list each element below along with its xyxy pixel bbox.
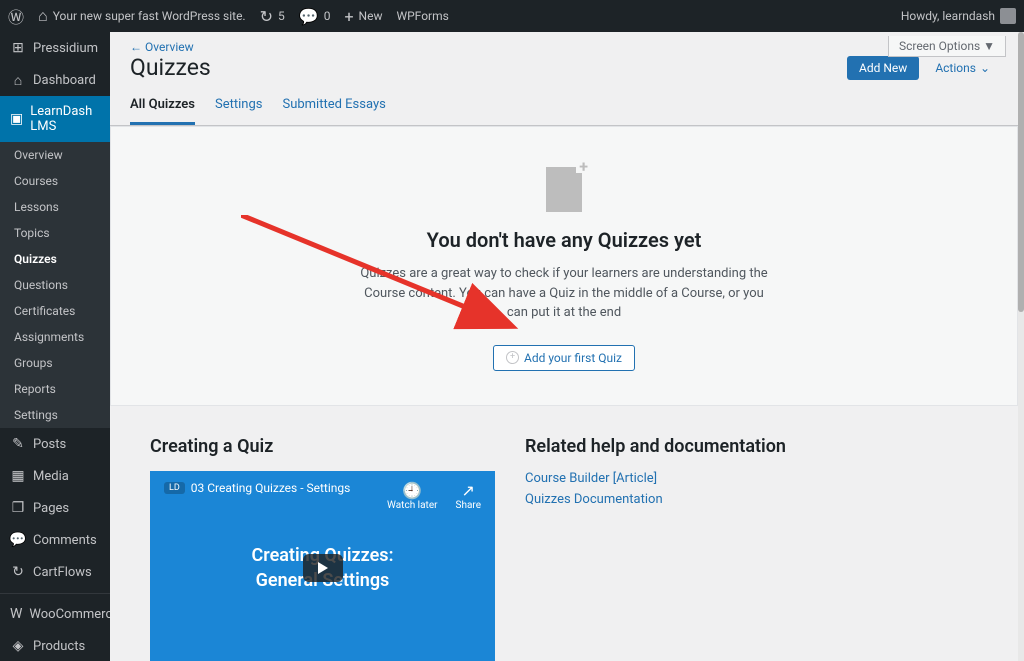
admin-sidebar: ⊞Pressidium⌂Dashboard▣LearnDash LMS Over… <box>0 32 110 661</box>
help-link-quizzes-doc[interactable]: Quizzes Documentation <box>525 492 978 507</box>
screen-options-tab[interactable]: Screen Options ▼ <box>888 36 1006 57</box>
menu-item-comments[interactable]: 💬Comments <box>0 524 110 556</box>
menu-icon: ↻ <box>10 564 26 580</box>
tab-submitted-essays[interactable]: Submitted Essays <box>282 89 385 125</box>
watch-later-button[interactable]: 🕘Watch later <box>387 481 437 511</box>
page-title: Quizzes <box>130 54 211 81</box>
creating-quiz-heading: Creating a Quiz <box>150 436 495 457</box>
plus-circle-icon: + <box>506 351 519 364</box>
menu-item-cartflows[interactable]: ↻CartFlows <box>0 556 110 588</box>
menu-item-pages[interactable]: ❐Pages <box>0 492 110 524</box>
scrollbar-thumb[interactable] <box>1018 32 1024 312</box>
submenu-item-groups[interactable]: Groups <box>0 350 110 376</box>
submenu-item-questions[interactable]: Questions <box>0 272 110 298</box>
menu-icon: ▣ <box>10 111 23 127</box>
submenu-item-settings[interactable]: Settings <box>0 402 110 428</box>
menu-icon: ⌂ <box>10 72 26 88</box>
tab-all-quizzes[interactable]: All Quizzes <box>130 89 195 125</box>
comments-link[interactable]: 💬0 <box>299 7 331 26</box>
chevron-down-icon: ⌄ <box>980 61 990 75</box>
site-home-link[interactable]: ⌂Your new super fast WordPress site. <box>38 6 246 26</box>
play-icon <box>318 562 328 574</box>
avatar <box>1000 8 1016 24</box>
submenu-item-courses[interactable]: Courses <box>0 168 110 194</box>
wp-logo[interactable]: Ⓦ <box>8 4 24 28</box>
menu-item-products[interactable]: ◈Products <box>0 630 110 661</box>
menu-item-media[interactable]: ▦Media <box>0 460 110 492</box>
admin-bar: Ⓦ ⌂Your new super fast WordPress site. ↻… <box>0 0 1024 32</box>
menu-icon: W <box>10 606 22 622</box>
scrollbar[interactable] <box>1018 32 1024 661</box>
menu-item-learndash-lms[interactable]: ▣LearnDash LMS <box>0 96 110 142</box>
menu-item-dashboard[interactable]: ⌂Dashboard <box>0 64 110 96</box>
menu-icon: ✎ <box>10 436 26 452</box>
submenu-item-topics[interactable]: Topics <box>0 220 110 246</box>
submenu-item-quizzes[interactable]: Quizzes <box>0 246 110 272</box>
menu-item-posts[interactable]: ✎Posts <box>0 428 110 460</box>
new-content-link[interactable]: +New <box>344 7 382 26</box>
help-heading: Related help and documentation <box>525 436 978 457</box>
adminbar-left: Ⓦ ⌂Your new super fast WordPress site. ↻… <box>8 4 449 28</box>
menu-icon: ❐ <box>10 500 26 516</box>
submenu-item-reports[interactable]: Reports <box>0 376 110 402</box>
learndash-logo-icon: LD <box>164 482 185 494</box>
submenu-item-lessons[interactable]: Lessons <box>0 194 110 220</box>
submenu-item-certificates[interactable]: Certificates <box>0 298 110 324</box>
add-first-quiz-button[interactable]: +Add your first Quiz <box>493 345 635 371</box>
menu-icon: ◈ <box>10 638 26 654</box>
submenu-item-overview[interactable]: Overview <box>0 142 110 168</box>
wpforms-link[interactable]: WPForms <box>396 9 448 23</box>
back-overview-link[interactable]: ← Overview <box>130 40 194 54</box>
share-icon: ↗ <box>456 481 481 500</box>
empty-state-panel: You don't have any Quizzes yet Quizzes a… <box>110 126 1018 406</box>
submenu-item-assignments[interactable]: Assignments <box>0 324 110 350</box>
menu-item-pressidium[interactable]: ⊞Pressidium <box>0 32 110 64</box>
updates-link[interactable]: ↻5 <box>260 7 285 26</box>
menu-icon: 💬 <box>10 532 26 548</box>
document-plus-icon <box>546 167 582 212</box>
help-link-course-builder[interactable]: Course Builder [Article] <box>525 471 978 486</box>
adminbar-right: Howdy, learndash <box>901 8 1016 24</box>
add-new-button[interactable]: Add New <box>847 56 919 80</box>
play-button[interactable] <box>303 554 343 582</box>
tabs: All Quizzes Settings Submitted Essays <box>110 89 1018 126</box>
menu-icon: ▦ <box>10 468 26 484</box>
howdy-link[interactable]: Howdy, learndash <box>901 8 1016 24</box>
clock-icon: 🕘 <box>387 481 437 500</box>
menu-item-woocommerce[interactable]: WWooCommerce <box>0 598 110 630</box>
main-content: Screen Options ▼ ← Overview Quizzes Add … <box>110 32 1018 661</box>
video-card-1[interactable]: LD 03 Creating Quizzes - Settings 🕘Watch … <box>150 471 495 661</box>
empty-title: You don't have any Quizzes yet <box>131 228 997 252</box>
tab-settings[interactable]: Settings <box>215 89 262 125</box>
video-header-1: 03 Creating Quizzes - Settings <box>191 481 351 495</box>
empty-description: Quizzes are a great way to check if your… <box>354 264 774 323</box>
actions-dropdown[interactable]: Actions⌄ <box>927 56 998 80</box>
menu-icon: ⊞ <box>10 40 26 56</box>
share-button[interactable]: ↗Share <box>456 481 481 511</box>
